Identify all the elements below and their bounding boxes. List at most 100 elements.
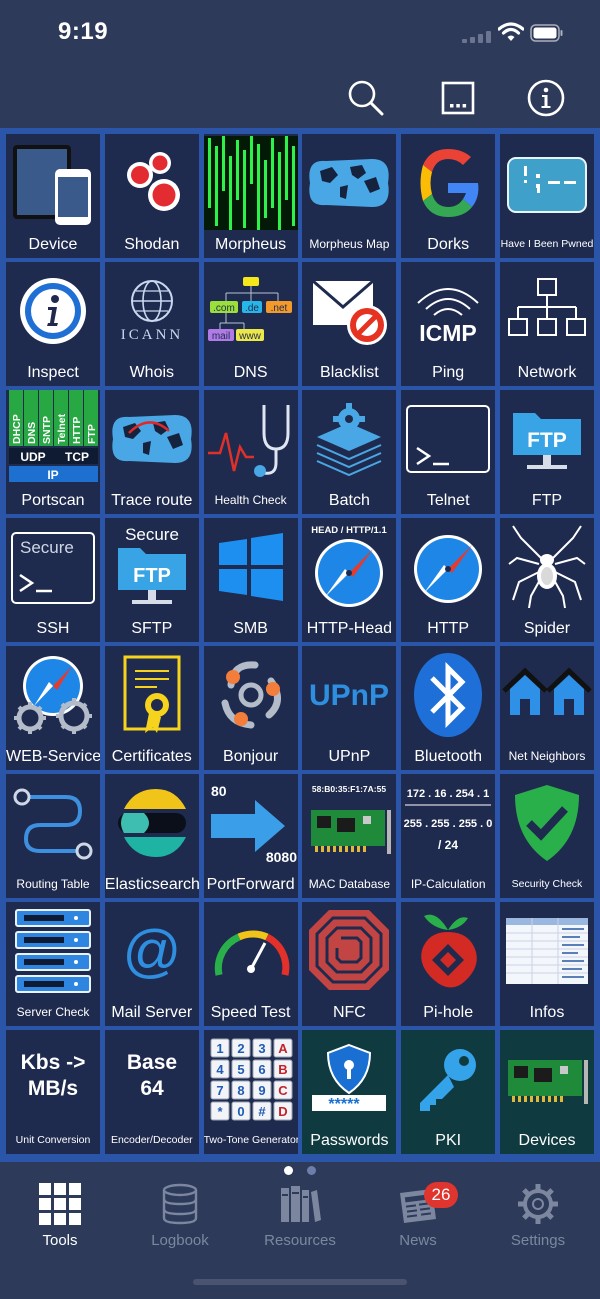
info-button[interactable] (524, 76, 568, 120)
page-dot-2[interactable] (307, 1165, 316, 1175)
tile-label: Passwords (310, 1132, 389, 1149)
svg-text:255 . 255 . 255 . 0: 255 . 255 . 255 . 0 (404, 818, 493, 830)
tool-ip-calculation[interactable]: 172 . 16 . 254 . 1 255 . 255 . 255 . 0 /… (401, 774, 496, 898)
tab-settings[interactable]: Settings (478, 1182, 598, 1252)
tool-morpheus-map[interactable]: Morpheus Map (302, 134, 397, 258)
compass-icon: HEAD / HTTP/1.1 (312, 525, 388, 607)
tool-passwords[interactable]: ***** Passwords (302, 1030, 397, 1154)
tool-nfc[interactable]: NFC (302, 902, 397, 1026)
tile-label: PortForward (206, 876, 295, 893)
tool-pki[interactable]: PKI (401, 1030, 496, 1154)
svg-text:SNTP: SNTP (41, 416, 53, 444)
svg-text:Secure: Secure (20, 538, 74, 557)
tool-ssh[interactable]: Secure SSH (6, 518, 100, 642)
tool-network[interactable]: Network (499, 262, 594, 386)
tool-spider[interactable]: Spider (499, 518, 594, 642)
tool-blacklist[interactable]: Blacklist (302, 262, 397, 386)
tool-upnp[interactable]: UPnP UPnP (302, 646, 397, 770)
tool-bluetooth[interactable]: Bluetooth (401, 646, 496, 770)
tool-telnet[interactable]: Telnet (401, 390, 496, 514)
trace-map-icon (112, 415, 192, 463)
page-control[interactable] (0, 1162, 600, 1178)
bluetooth-icon (414, 653, 483, 737)
blocked-mail-icon (312, 279, 388, 345)
search-button[interactable] (344, 76, 388, 120)
tool-server-check[interactable]: Server Check (6, 902, 100, 1026)
status-time: 9:19 (58, 18, 109, 45)
tool-have-i-been-pwned[interactable]: Have I Been Pwned (499, 134, 594, 258)
tool-unit-conversion[interactable]: Kbs -> MB/s Unit Conversion (6, 1030, 100, 1154)
tool-http-head[interactable]: HEAD / HTTP/1.1 HTTP-Head (302, 518, 397, 642)
dtmf-key-label: 1 (216, 1041, 223, 1056)
tile-label: FTP (531, 492, 563, 509)
tab-tools[interactable]: Tools (0, 1182, 120, 1252)
tool-whois[interactable]: ICANN Whois (104, 262, 199, 386)
tile-label: Trace route (111, 492, 193, 509)
password-shield-icon: ***** (312, 1043, 387, 1113)
svg-text:DNS: DNS (26, 422, 38, 444)
tool-speed-test[interactable]: Speed Test (203, 902, 298, 1026)
tile-label: Shodan (124, 236, 180, 253)
svg-text:58:B0:35:F1:7A:55: 58:B0:35:F1:7A:55 (312, 784, 386, 794)
tool-devices[interactable]: Devices (499, 1030, 594, 1154)
tool-web-service[interactable]: WEB-Service (6, 646, 100, 770)
dtmf-key-label: 8 (237, 1083, 244, 1098)
tool-dns[interactable]: .com .de .net mail www DNS (203, 262, 298, 386)
svg-text:FTP: FTP (133, 565, 171, 587)
tool-device[interactable]: Device (6, 134, 100, 258)
pwned-icon (506, 157, 587, 213)
tool-mac-database[interactable]: 58:B0:35:F1:7A:55 MAC Database (302, 774, 397, 898)
tool-trace-route[interactable]: Trace route (104, 390, 199, 514)
tool-mail-server[interactable]: @ Mail Server (104, 902, 199, 1026)
tool-security-check[interactable]: Security Check (499, 774, 594, 898)
tool-pi-hole[interactable]: Pi-hole (401, 902, 496, 1026)
tool-smb[interactable]: SMB (203, 518, 298, 642)
tool-shodan[interactable]: Shodan (104, 134, 199, 258)
tool-portscan[interactable]: DHCP DNS SNTP Telnet HTTP FTP UDP TCP IP… (6, 390, 100, 514)
tool-inspect[interactable]: Inspect (6, 262, 100, 386)
tool-portforward[interactable]: 80 8080 PortForward (203, 774, 298, 898)
svg-text:Secure: Secure (125, 525, 179, 544)
tile-label: Certificates (111, 748, 192, 765)
bonjour-icon (221, 661, 281, 729)
tool-routing-table[interactable]: Routing Table (6, 774, 100, 898)
tool-ping[interactable]: ICMP Ping (401, 262, 496, 386)
tool-bonjour[interactable]: Bonjour (203, 646, 298, 770)
tool-encoder-decoder[interactable]: Base 64 Encoder/Decoder (104, 1030, 199, 1154)
tool-two-tone-generator[interactable]: 1 2 3 A 4 5 6 B 7 8 9 C * 0 # D Two-Tone Generator (203, 1030, 298, 1154)
cellular-signal-icon (462, 31, 492, 43)
tile-label: Health Check (214, 493, 287, 507)
home-indicator (193, 1279, 407, 1285)
tool-ftp[interactable]: FTP FTP (499, 390, 594, 514)
page-dot-1[interactable] (284, 1165, 293, 1175)
svg-text:8080: 8080 (265, 849, 296, 865)
tool-morpheus[interactable]: Morpheus (203, 134, 298, 258)
tool-elasticsearch[interactable]: Elasticsearch (104, 774, 199, 898)
tool-batch[interactable]: Batch (302, 390, 397, 514)
tab-logbook[interactable]: Logbook (120, 1182, 240, 1252)
matrix-icon (203, 136, 298, 230)
tile-label: MAC Database (308, 877, 391, 891)
shield-check-icon (514, 785, 579, 861)
tile-label: NFC (332, 1004, 366, 1021)
tile-label: Network (517, 364, 577, 381)
tool-net-neighbors[interactable]: Net Neighbors (499, 646, 594, 770)
tool-infos[interactable]: Infos (499, 902, 594, 1026)
pihole-icon (421, 914, 477, 988)
tool-sftp[interactable]: Secure FTP SFTP (104, 518, 199, 642)
tool-http[interactable]: HTTP (401, 518, 496, 642)
stethoscope-icon (207, 405, 290, 477)
batch-gear-icon (316, 403, 382, 477)
tool-dorks[interactable]: Dorks (401, 134, 496, 258)
more-button[interactable] (436, 76, 480, 120)
tools-grid: Device Shodan Morpheus Morpheus Map Dork… (6, 134, 594, 1156)
svg-text:Base: Base (127, 1051, 177, 1074)
tile-label: Telnet (426, 492, 470, 509)
shodan-icon (126, 152, 180, 211)
tool-health-check[interactable]: Health Check (203, 390, 298, 514)
server-rack-icon (15, 909, 91, 993)
tool-certificates[interactable]: Certificates (104, 646, 199, 770)
portscan-icon: DHCP DNS SNTP Telnet HTTP FTP UDP TCP IP (9, 390, 98, 482)
tab-resources[interactable]: Resources (240, 1182, 360, 1252)
tab-news[interactable]: 26 News (358, 1182, 478, 1252)
